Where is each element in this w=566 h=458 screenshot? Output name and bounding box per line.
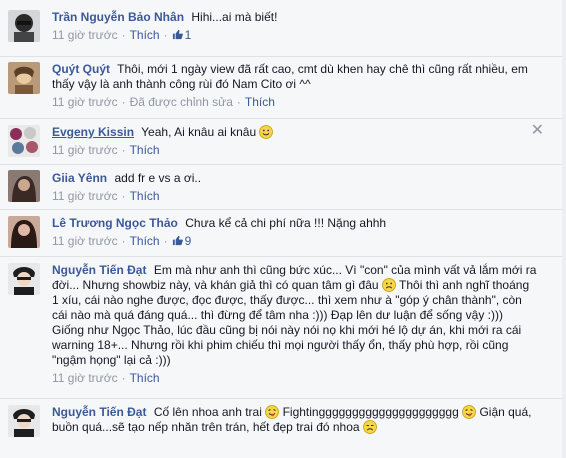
avatar-photo-icon bbox=[8, 216, 40, 248]
comment-item: Giia Yênn add fr e vs a ơi.. 11 giờ trướ… bbox=[0, 164, 566, 209]
like-count[interactable]: 9 bbox=[172, 234, 191, 248]
sad-emoji-icon bbox=[381, 278, 396, 292]
comment-item: Nguyễn Tiến Đạt Em mà như anh thì cũng b… bbox=[0, 256, 566, 398]
comment-text: Thôi, mới 1 ngày view đã rất cao, cmt dù… bbox=[52, 62, 528, 91]
comment-author-link[interactable]: Trần Nguyễn Bảo Nhân bbox=[52, 10, 184, 24]
comment-author-link[interactable]: Evgeny Kissin bbox=[52, 125, 134, 139]
avatar[interactable] bbox=[8, 125, 40, 157]
avatar-photo-icon bbox=[8, 405, 40, 437]
like-count[interactable]: 1 bbox=[172, 28, 191, 42]
thumbs-up-icon bbox=[172, 29, 183, 40]
comment-item: Evgeny Kissin Yeah, Ai knâu ai knâu 11 g… bbox=[0, 118, 566, 164]
comment-timestamp[interactable]: 11 giờ trước bbox=[52, 95, 118, 109]
like-link[interactable]: Thích bbox=[130, 143, 160, 157]
comment-author-link[interactable]: Giia Yênn bbox=[52, 171, 107, 185]
comment-text: Yeah, Ai knâu ai knâu bbox=[141, 125, 257, 139]
comment-timestamp[interactable]: 11 giờ trước bbox=[52, 189, 118, 203]
comment-item: Quýt Quýt Thôi, mới 1 ngày view đã rất c… bbox=[0, 56, 566, 118]
avatar-photo-icon bbox=[8, 263, 40, 295]
avatar[interactable] bbox=[8, 62, 40, 94]
avatar[interactable] bbox=[8, 263, 40, 295]
comment-meta: 11 giờ trước · Thích · 1 bbox=[52, 28, 192, 42]
avatar-badges-icon bbox=[8, 125, 40, 157]
comment-timestamp[interactable]: 11 giờ trước bbox=[52, 371, 118, 385]
comment-timestamp[interactable]: 11 giờ trước bbox=[52, 143, 118, 157]
comment-meta: 11 giờ trước · Thích bbox=[52, 371, 160, 385]
comment-meta: 11 giờ trước · Đã được chỉnh sửa · Thích bbox=[52, 95, 275, 109]
comment-text: Fightinggggggggggggggggggggg bbox=[282, 405, 459, 419]
comment-author-link[interactable]: Nguyễn Tiến Đạt bbox=[52, 263, 146, 277]
like-link[interactable]: Thích bbox=[130, 189, 160, 203]
comment-text: Cố lên nhoa anh trai bbox=[153, 405, 262, 419]
avatar[interactable] bbox=[8, 10, 40, 42]
tongue-emoji-icon bbox=[265, 405, 280, 419]
avatar-photo-icon bbox=[8, 10, 40, 42]
avatar[interactable] bbox=[8, 170, 40, 202]
like-link[interactable]: Thích bbox=[130, 234, 160, 248]
remove-comment-icon[interactable]: ✕ bbox=[531, 123, 544, 139]
like-link[interactable]: Thích bbox=[130, 371, 160, 385]
comment-meta: 11 giờ trước · Thích bbox=[52, 143, 160, 157]
comment-author-link[interactable]: Quýt Quýt bbox=[52, 62, 110, 76]
like-link[interactable]: Thích bbox=[130, 28, 160, 42]
avatar-photo-icon bbox=[8, 170, 40, 202]
scrollbar[interactable] bbox=[562, 0, 566, 458]
thumbs-up-icon bbox=[172, 235, 183, 246]
smile-emoji-icon bbox=[259, 125, 274, 139]
avatar-photo-icon bbox=[8, 62, 40, 94]
edited-indicator[interactable]: Đã được chỉnh sửa bbox=[130, 95, 233, 109]
like-link[interactable]: Thích bbox=[245, 95, 275, 109]
comment-timestamp[interactable]: 11 giờ trước bbox=[52, 28, 118, 42]
comment-author-link[interactable]: Lê Trương Ngọc Thảo bbox=[52, 216, 178, 230]
comment-item: Lê Trương Ngọc Thảo Chưa kể cả chi phí n… bbox=[0, 209, 566, 256]
comment-author-link[interactable]: Nguyễn Tiến Đạt bbox=[52, 405, 146, 419]
comment-meta: 11 giờ trước · Thích · 9 bbox=[52, 234, 192, 248]
comment-text: Hihi...ai mà biết! bbox=[191, 10, 278, 24]
comment-item: Nguyễn Tiến Đạt Cố lên nhoa anh trai Fig… bbox=[0, 398, 566, 458]
avatar[interactable] bbox=[8, 216, 40, 248]
avatar[interactable] bbox=[8, 405, 40, 437]
comment-timestamp[interactable]: 11 giờ trước bbox=[52, 234, 118, 248]
unhappy-emoji-icon bbox=[362, 420, 377, 434]
comment-item: Trần Nguyễn Bảo Nhân Hihi...ai mà biết! … bbox=[0, 0, 566, 56]
comment-text: add fr e vs a ơi.. bbox=[114, 171, 202, 185]
comment-thread: Trần Nguyễn Bảo Nhân Hihi...ai mà biết! … bbox=[0, 0, 566, 458]
comment-meta: 11 giờ trước · Thích bbox=[52, 189, 160, 203]
comment-text: Chưa kể cả chi phí nữa !!! Nặng ahhh bbox=[185, 216, 387, 230]
tongue-emoji-icon bbox=[462, 405, 477, 419]
